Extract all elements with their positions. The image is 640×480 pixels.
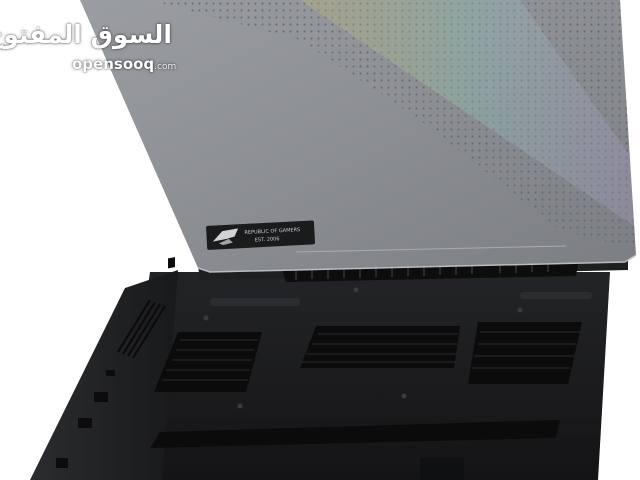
watermark-arabic-name: السوق المفتوح bbox=[0, 20, 172, 49]
watermark-domain-name: opensooq bbox=[72, 55, 155, 73]
product-photo: REPUBLIC OF GAMERS EST. 2006 السوق المفت… bbox=[0, 0, 640, 480]
bottom-port bbox=[420, 458, 464, 480]
opensooq-watermark: السوق المفتوح opensooq.com bbox=[0, 18, 182, 78]
rubber-foot-right bbox=[520, 292, 592, 299]
watermark-domain-tld: .com bbox=[154, 62, 177, 72]
watermark-domain: opensooq.com bbox=[72, 54, 176, 77]
rubber-foot-left bbox=[210, 298, 300, 306]
